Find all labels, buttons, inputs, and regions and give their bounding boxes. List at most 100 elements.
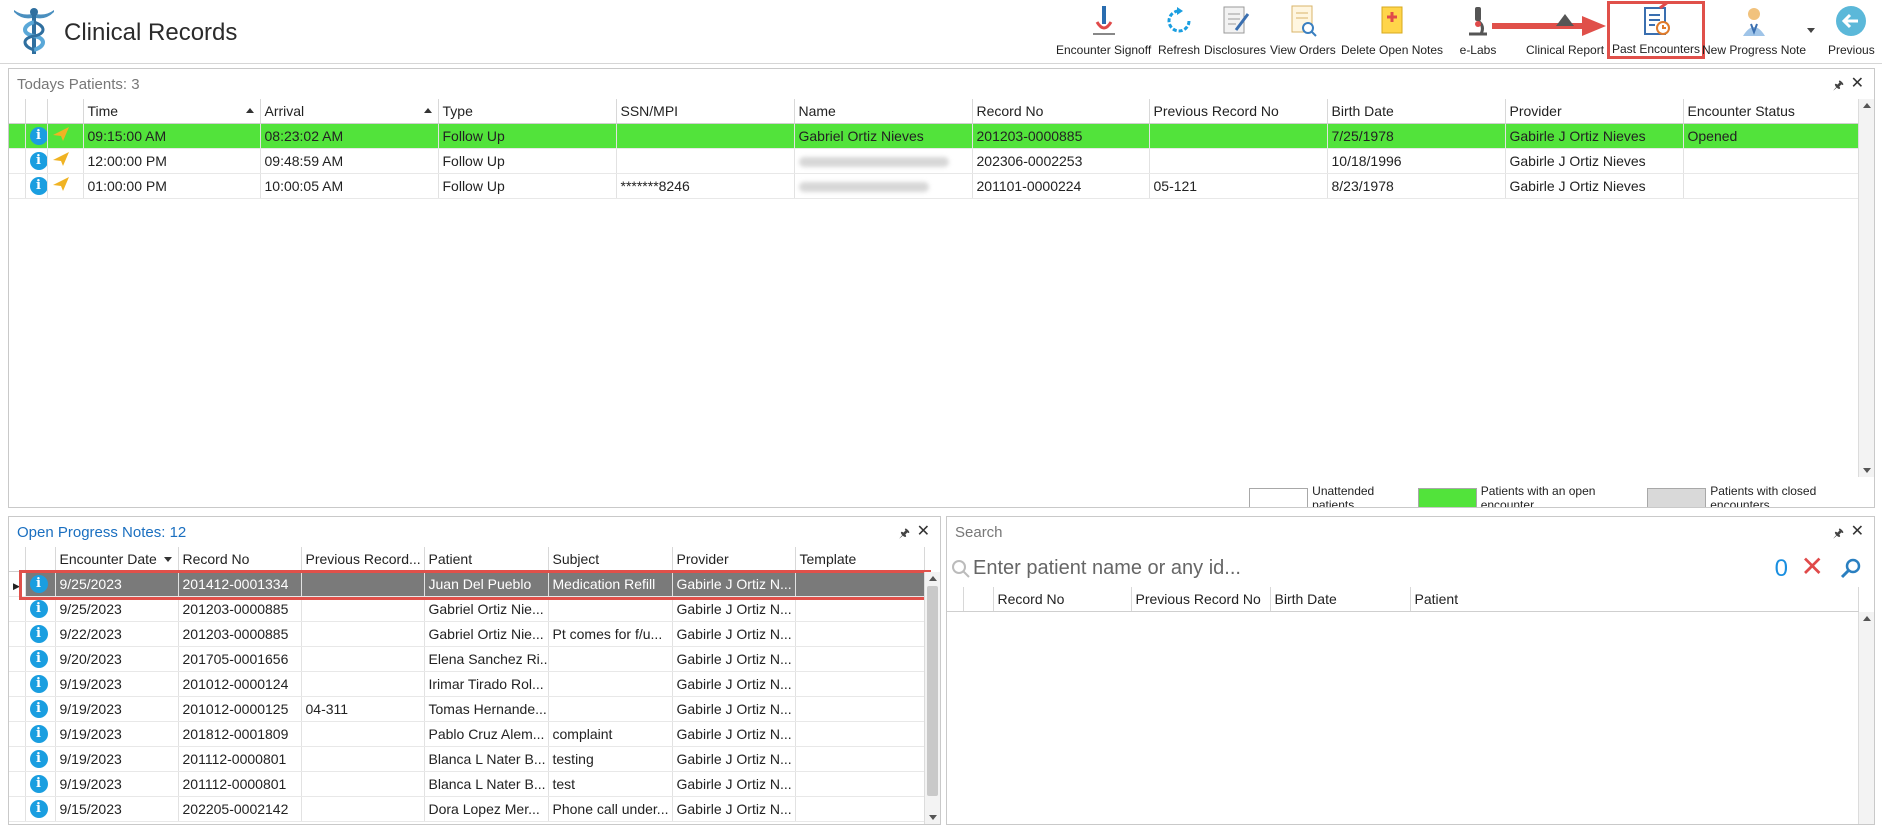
info-icon[interactable]: i	[29, 749, 48, 768]
view-orders-button[interactable]: View Orders	[1270, 3, 1336, 61]
clinical-report-button[interactable]: Clinical Report	[1526, 3, 1604, 61]
new-progress-note-button[interactable]: New Progress Note	[1702, 3, 1806, 61]
search-go-icon[interactable]	[1840, 557, 1862, 579]
table-row[interactable]: i 01:00:00 PM 10:00:05 AM Follow Up ****…	[9, 173, 1859, 199]
clipboard-history-icon	[1644, 4, 1671, 35]
report-icon	[1556, 14, 1575, 26]
app-title: Clinical Records	[64, 19, 238, 46]
info-icon[interactable]: i	[29, 126, 46, 145]
column-subject[interactable]: Subject	[548, 547, 673, 572]
table-row[interactable]: i 9/19/2023 201112-0000801 Blanca L Nater B…	[9, 771, 925, 797]
info-icon[interactable]: i	[29, 176, 46, 195]
column-encounter-date[interactable]: Encounter Date	[55, 547, 179, 572]
search-icon	[952, 560, 970, 578]
search-results-scrollbar[interactable]	[1858, 612, 1874, 824]
table-row[interactable]: i 09:15:00 AM 08:23:02 AM Follow Up Gabr…	[9, 123, 1859, 149]
clear-search-icon[interactable]: ✕	[1801, 553, 1824, 581]
column-arrival[interactable]: Arrival	[260, 99, 439, 124]
header-bar: Clinical Records Encounter Signoff Refre…	[0, 0, 1882, 64]
column-type[interactable]: Type	[438, 99, 617, 124]
search-header: Search 🖈 ✕	[947, 517, 1874, 547]
info-icon[interactable]: i	[29, 599, 48, 618]
info-icon[interactable]: i	[29, 724, 48, 743]
document-pen-icon	[1223, 6, 1250, 34]
todays-patients-scrollbar[interactable]	[1858, 99, 1874, 477]
scroll-down-icon[interactable]	[929, 815, 937, 820]
info-icon[interactable]: i	[29, 799, 48, 818]
search-input[interactable]	[973, 554, 1693, 582]
refresh-icon	[1167, 7, 1191, 33]
column-ssn[interactable]: SSN/MPI	[616, 99, 795, 124]
column-previous-record-no[interactable]: Previous Record No	[1149, 99, 1328, 124]
open-notes-header: Open Progress Notes: 12 🖈 ✕	[9, 517, 940, 547]
pin-icon[interactable]: 🖈	[1833, 524, 1844, 545]
todays-patients-grid: Time Arrival Type SSN/MPI Name Record No…	[9, 99, 1859, 199]
chevron-down-icon[interactable]	[1807, 28, 1815, 33]
table-row[interactable]: ▶ i 9/25/2023 201412-0001334 Juan Del Pueblo…	[9, 571, 925, 597]
column-previous-record[interactable]: Previous Record...	[301, 547, 425, 572]
scroll-up-icon[interactable]	[1863, 616, 1871, 621]
column-patient[interactable]: Patient	[1410, 587, 1859, 612]
table-row[interactable]: i 9/25/2023 201203-0000885 Gabriel Ortiz Ni…	[9, 596, 925, 622]
caduceus-logo-icon	[14, 8, 54, 54]
info-icon[interactable]: i	[29, 674, 48, 693]
delete-open-notes-button[interactable]: Delete Open Notes	[1341, 3, 1443, 61]
redacted-name	[798, 156, 949, 167]
column-previous-record-no[interactable]: Previous Record No	[1131, 587, 1271, 612]
encounter-signoff-button[interactable]: Encounter Signoff	[1056, 3, 1151, 61]
disclosures-button[interactable]: Disclosures	[1204, 3, 1266, 61]
column-record-no[interactable]: Record No	[972, 99, 1150, 124]
close-icon[interactable]: ✕	[917, 521, 930, 541]
legend-swatch-unattended	[1249, 488, 1309, 507]
row-indicator-icon: ▶	[13, 580, 20, 591]
column-encounter-status[interactable]: Encounter Status	[1683, 99, 1859, 124]
search-panel: Search 🖈 ✕ 0 ✕ Record No Previous Record…	[946, 516, 1875, 825]
back-arrow-icon	[1836, 6, 1867, 36]
open-notes-grid: Encounter Date Record No Previous Record…	[9, 547, 925, 822]
search-bar: 0 ✕	[947, 551, 1874, 587]
todays-patients-header: Todays Patients: 3 🖈 ✕	[9, 69, 1874, 99]
column-template[interactable]: Template	[795, 547, 925, 572]
column-time[interactable]: Time	[83, 99, 261, 124]
doctor-note-icon	[1743, 8, 1766, 36]
open-notes-scrollbar[interactable]	[924, 572, 940, 824]
column-patient[interactable]: Patient	[424, 547, 549, 572]
info-icon[interactable]: i	[29, 151, 46, 170]
grid-header-row: Encounter Date Record No Previous Record…	[9, 547, 925, 572]
info-icon[interactable]: i	[29, 699, 48, 718]
table-row[interactable]: i 9/22/2023 201203-0000885 Gabriel Ortiz Ni…	[9, 621, 925, 647]
paper-plane-icon	[52, 127, 69, 141]
scroll-up-icon[interactable]	[929, 576, 937, 581]
info-icon[interactable]: i	[29, 624, 48, 643]
result-count: 0	[1774, 555, 1788, 582]
column-provider[interactable]: Provider	[672, 547, 796, 572]
table-row[interactable]: i 9/19/2023 201112-0000801 Blanca L Nater B…	[9, 746, 925, 772]
table-row[interactable]: i 9/19/2023 201012-0000125 04-311 Tomas Hern…	[9, 696, 925, 722]
info-icon[interactable]: i	[29, 649, 48, 668]
refresh-button[interactable]: Refresh	[1158, 3, 1200, 61]
info-icon[interactable]: i	[29, 574, 48, 593]
column-provider[interactable]: Provider	[1505, 99, 1684, 124]
close-icon[interactable]: ✕	[1851, 73, 1864, 93]
previous-button[interactable]: Previous	[1828, 3, 1875, 61]
column-record-no[interactable]: Record No	[993, 587, 1132, 612]
column-birth-date[interactable]: Birth Date	[1270, 587, 1411, 612]
document-search-icon	[1291, 5, 1317, 37]
table-row[interactable]: i 9/19/2023 201812-0001809 Pablo Cruz Alem.…	[9, 721, 925, 747]
scroll-up-icon[interactable]	[1863, 103, 1871, 108]
table-row[interactable]: i 9/19/2023 201012-0000124 Irimar Tirado Ro…	[9, 671, 925, 697]
table-row[interactable]: i 9/20/2023 201705-0001656 Elena Sanchez Ri…	[9, 646, 925, 672]
column-birth-date[interactable]: Birth Date	[1327, 99, 1506, 124]
table-row[interactable]: i 12:00:00 PM 09:48:59 AM Follow Up 2023…	[9, 148, 1859, 174]
scroll-down-icon[interactable]	[1863, 468, 1871, 473]
close-icon[interactable]: ✕	[1851, 521, 1864, 541]
pin-icon[interactable]: 🖈	[1833, 76, 1844, 97]
scroll-thumb[interactable]	[927, 586, 938, 796]
table-row[interactable]: i 9/15/2023 202205-0002142 Dora Lopez Mer..…	[9, 796, 925, 822]
pin-icon[interactable]: 🖈	[899, 524, 910, 545]
info-icon[interactable]: i	[29, 774, 48, 793]
past-encounters-button[interactable]: Past Encounters	[1607, 1, 1706, 59]
column-record-no[interactable]: Record No	[178, 547, 302, 572]
encounter-legend: Unattended patients Patients with an ope…	[1249, 484, 1874, 507]
column-name[interactable]: Name	[794, 99, 973, 124]
